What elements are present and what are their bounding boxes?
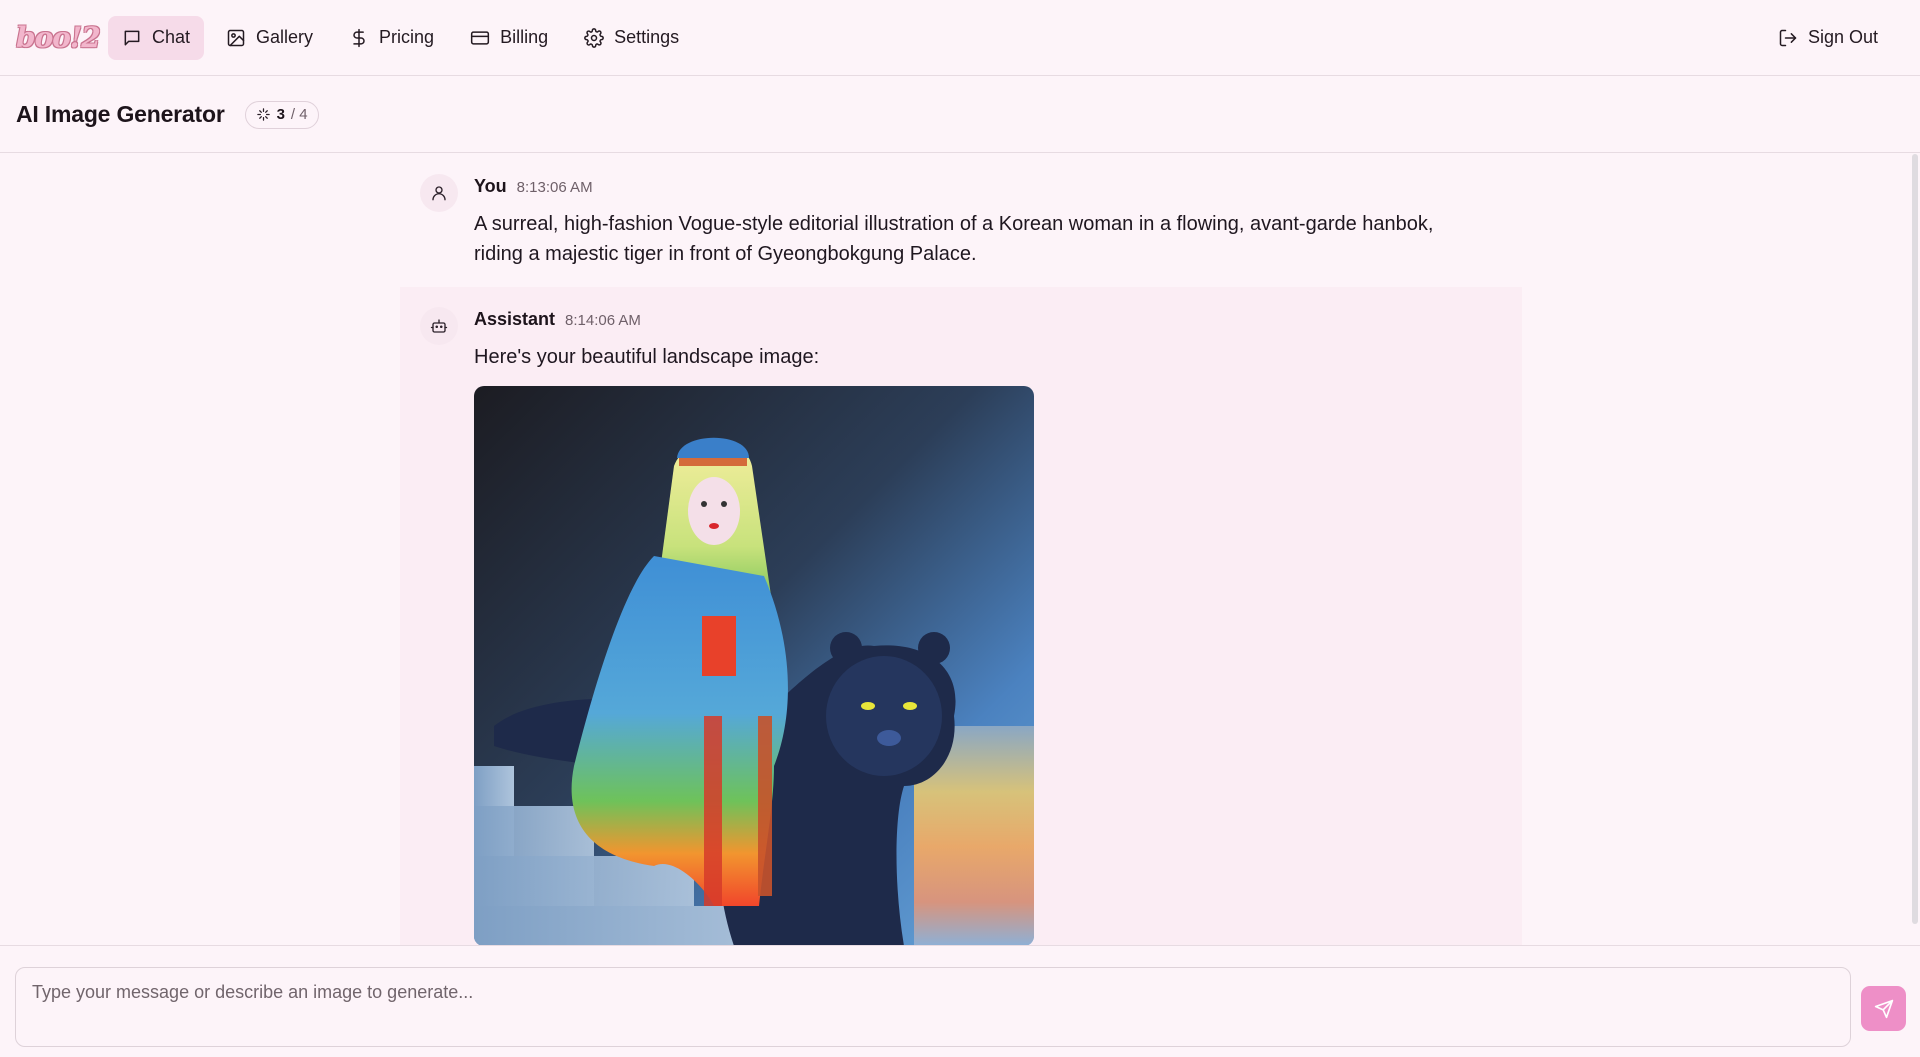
- sign-out-label: Sign Out: [1807, 27, 1878, 47]
- nav-item-label: Pricing: [379, 27, 435, 47]
- nav-item-label: Chat: [152, 27, 191, 47]
- message-sender: Assistant: [474, 309, 556, 329]
- chat-messages[interactable]: You 8:13:06 AM A surreal, high-fashion V…: [0, 154, 1920, 945]
- message-sender: You: [474, 176, 507, 196]
- nav-item-label: Billing: [500, 27, 549, 47]
- nav-item-gallery[interactable]: Gallery: [212, 16, 327, 60]
- assistant-avatar: [420, 307, 458, 345]
- page-header: AI Image Generator 3 / 4: [0, 77, 1920, 153]
- sign-out-button[interactable]: Sign Out: [1764, 16, 1892, 60]
- nav-item-chat[interactable]: Chat: [108, 15, 205, 60]
- image-icon: [227, 29, 245, 46]
- credits-used: 3: [276, 106, 285, 123]
- nav-item-billing[interactable]: Billing: [456, 16, 562, 60]
- sparkle-icon: [256, 108, 270, 121]
- credits-badge: 3 / 4: [244, 100, 319, 129]
- nav-item-label: Gallery: [256, 27, 314, 47]
- dollar-icon: [353, 28, 365, 47]
- send-button[interactable]: [1861, 986, 1906, 1031]
- page-title: AI Image Generator: [16, 101, 225, 127]
- message-assistant: Assistant 8:14:06 AM Here's your beautif…: [400, 287, 1522, 945]
- gear-icon: [584, 27, 604, 48]
- nav-item-label: Settings: [614, 27, 680, 47]
- app-logo[interactable]: boo!2: [16, 21, 101, 54]
- credit-card-icon: [470, 30, 490, 45]
- credits-total: / 4: [290, 106, 308, 123]
- scrollbar[interactable]: [1912, 154, 1918, 924]
- send-icon: [1874, 999, 1893, 1018]
- log-out-icon: [1779, 29, 1797, 46]
- generated-image[interactable]: [474, 386, 1034, 945]
- chat-bubble-icon: [124, 30, 140, 45]
- message-composer: [0, 945, 1920, 1057]
- user-avatar: [420, 174, 458, 212]
- message-text: A surreal, high-fashion Vogue-style edit…: [474, 213, 1434, 265]
- top-navigation: boo!2 Chat Gallery Pricing Billing Setti…: [0, 0, 1920, 76]
- message-user: You 8:13:06 AM A surreal, high-fashion V…: [400, 154, 1522, 289]
- user-icon: [432, 186, 446, 201]
- message-input[interactable]: [15, 967, 1851, 1047]
- nav-item-settings[interactable]: Settings: [570, 16, 693, 60]
- nav-item-pricing[interactable]: Pricing: [335, 16, 448, 60]
- bot-icon: [430, 319, 448, 333]
- message-text: Here's your beautiful landscape image:: [474, 346, 820, 368]
- message-timestamp: 8:14:06 AM: [565, 312, 641, 329]
- message-timestamp: 8:13:06 AM: [516, 179, 593, 196]
